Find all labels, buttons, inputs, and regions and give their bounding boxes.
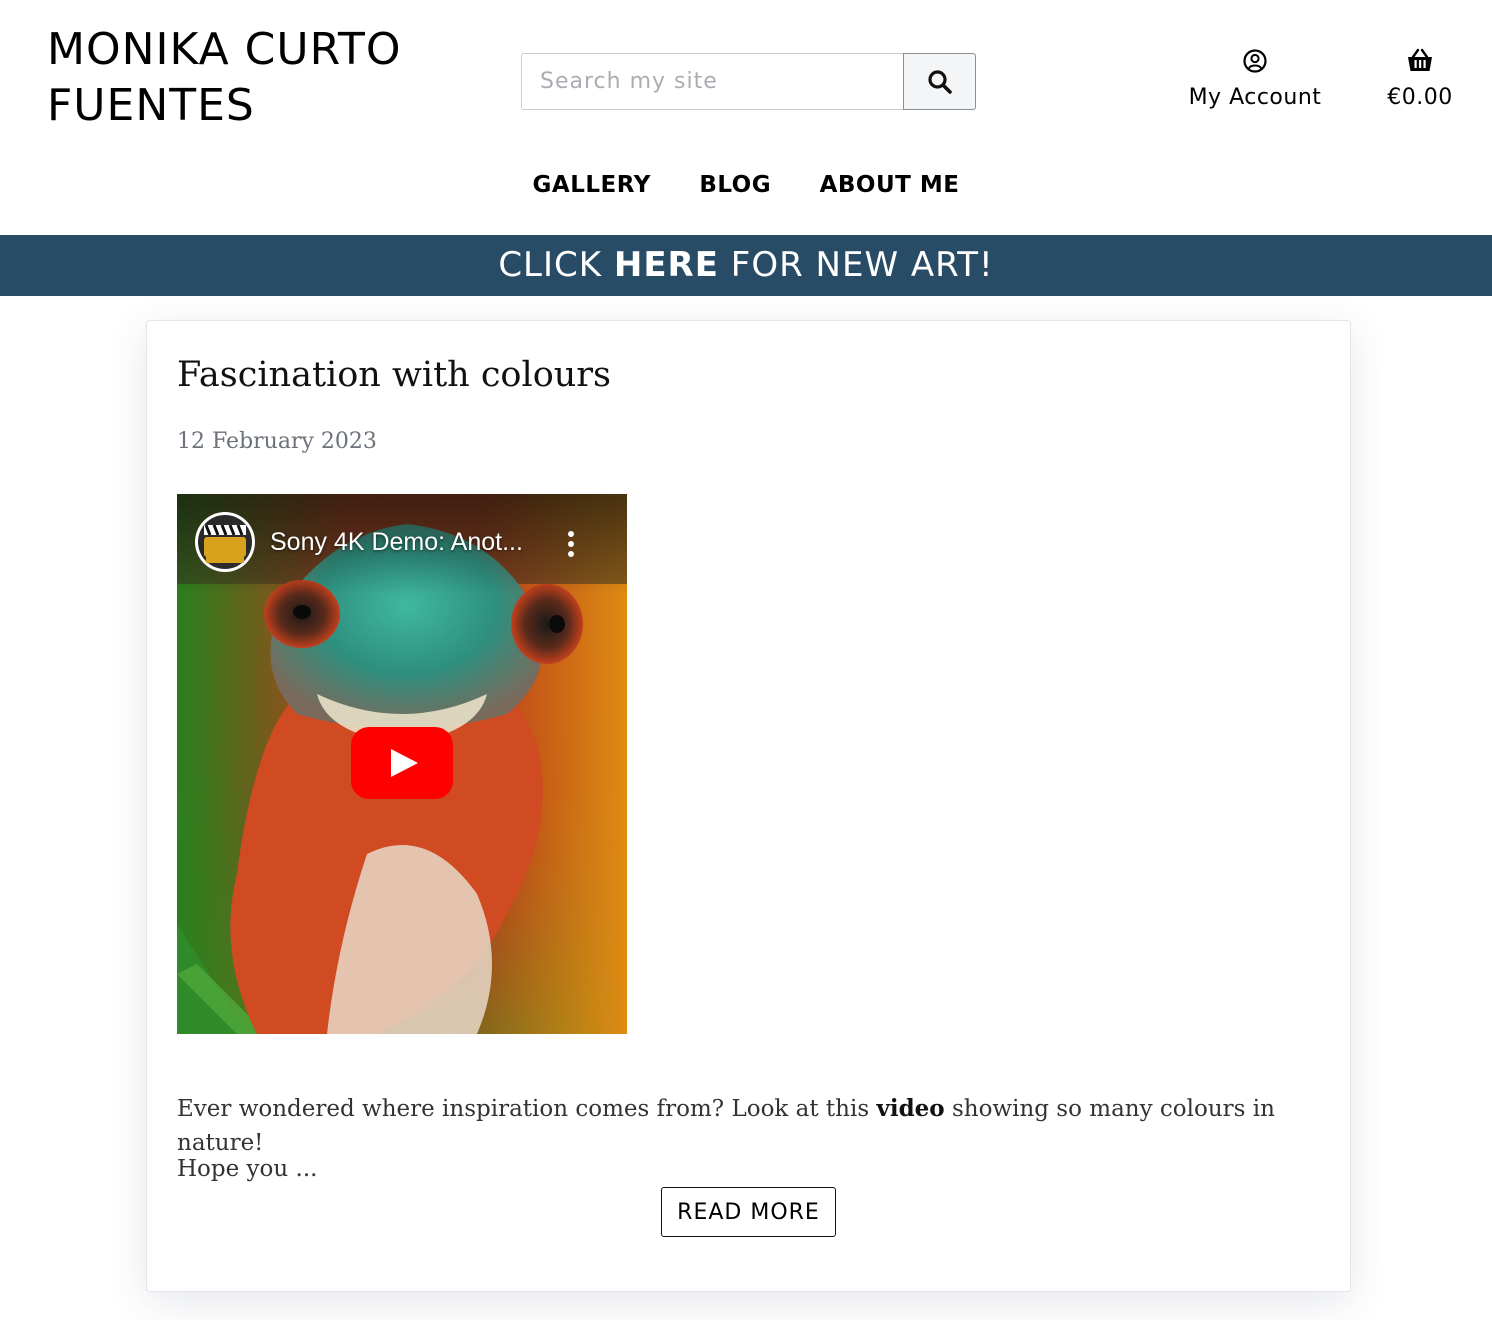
excerpt-highlight-video: video — [876, 1095, 945, 1122]
search-form — [521, 53, 976, 110]
post-title[interactable]: Fascination with colours — [177, 355, 611, 395]
post-date: 12 February 2023 — [177, 429, 377, 454]
promo-text-before: CLICK — [498, 245, 614, 285]
blog-post-card: Fascination with colours 12 February 202… — [146, 320, 1351, 1292]
post-excerpt-line-2: Hope you ... — [177, 1156, 318, 1182]
bag-total: €0.00 — [1387, 85, 1453, 110]
main-nav: GALLERY BLOG ABOUT ME — [0, 172, 1492, 198]
site-title-line-1: MONIKA CURTO — [47, 24, 402, 75]
promo-banner[interactable]: CLICK HERE FOR NEW ART! — [0, 235, 1492, 296]
nav-item-gallery[interactable]: GALLERY — [533, 172, 651, 198]
shopping-basket-icon — [1408, 48, 1432, 71]
shopping-bag-link[interactable]: €0.00 — [1380, 46, 1460, 110]
read-more-button[interactable]: READ MORE — [661, 1187, 836, 1237]
site-title[interactable]: MONIKA CURTO FUENTES — [47, 22, 467, 134]
my-account-link[interactable]: My Account — [1180, 46, 1330, 110]
my-account-label: My Account — [1188, 85, 1322, 110]
search-input[interactable] — [521, 53, 903, 110]
excerpt-text-before: Ever wondered where inspiration comes fr… — [177, 1096, 877, 1122]
search-icon — [927, 69, 952, 94]
site-title-line-2: FUENTES — [47, 80, 255, 131]
user-circle-icon — [1243, 49, 1267, 73]
post-excerpt: Ever wondered where inspiration comes fr… — [177, 1092, 1317, 1160]
promo-link-here[interactable]: HERE — [614, 245, 719, 285]
more-vertical-icon[interactable] — [561, 530, 581, 558]
video-title[interactable]: Sony 4K Demo: Anot... — [270, 528, 550, 557]
promo-text-after: FOR NEW ART! — [718, 245, 994, 285]
nav-item-blog[interactable]: BLOG — [699, 172, 771, 198]
channel-4k-ultra-hd-avatar[interactable] — [194, 511, 256, 573]
search-button[interactable] — [903, 53, 976, 110]
video-embed[interactable]: Sony 4K Demo: Anot... — [177, 494, 627, 1034]
youtube-play-icon[interactable] — [351, 727, 453, 799]
nav-item-about-me[interactable]: ABOUT ME — [820, 172, 960, 198]
site-header: MONIKA CURTO FUENTES My Account €0.00 — [0, 0, 1492, 235]
